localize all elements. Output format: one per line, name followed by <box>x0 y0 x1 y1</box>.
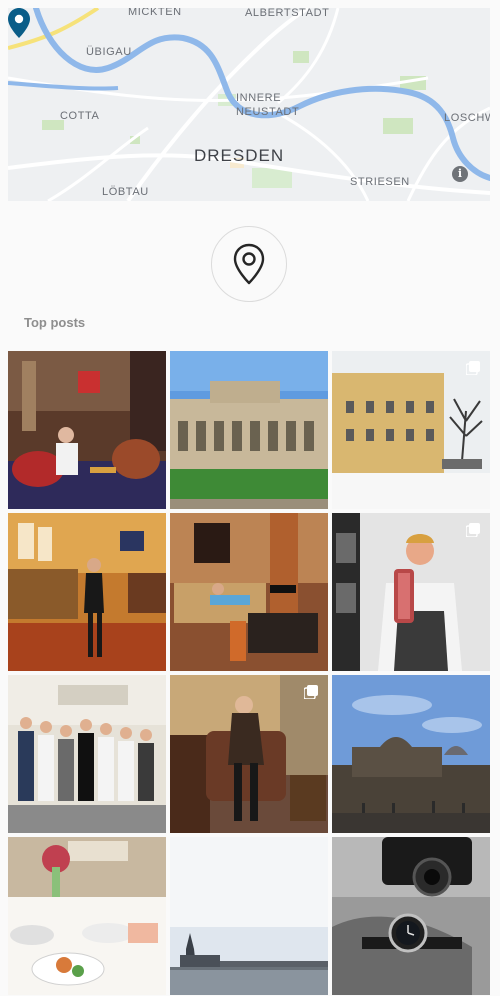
post-tile[interactable] <box>332 351 490 509</box>
post-image <box>170 513 328 671</box>
map-label-loschwitz: LOSCHW <box>444 112 490 124</box>
post-tile[interactable] <box>8 837 166 995</box>
post-tile[interactable] <box>170 351 328 509</box>
location-page: MICKTEN ALBERTSTADT ÜBIGAU INNERE NEUSTA… <box>8 8 492 995</box>
map-label-city: DRESDEN <box>194 146 285 165</box>
multi-post-icon <box>304 685 318 699</box>
map-label-neustadt: NEUSTADT <box>236 106 300 118</box>
map-label-uebigau: ÜBIGAU <box>86 46 132 58</box>
map-pin-icon[interactable] <box>8 8 30 38</box>
multi-post-icon <box>466 523 480 537</box>
location-pin-icon <box>233 243 265 285</box>
map-info-button[interactable]: i <box>452 166 468 182</box>
post-tile[interactable] <box>170 675 328 833</box>
map-label-cotta: COTTA <box>60 110 100 122</box>
map-label-innere: INNERE <box>236 92 282 104</box>
post-image <box>170 351 328 509</box>
post-image <box>8 513 166 671</box>
location-avatar <box>211 226 287 302</box>
map-label-loebtau: LÖBTAU <box>102 186 149 198</box>
post-image <box>332 675 490 833</box>
post-image <box>8 837 166 995</box>
post-tile[interactable] <box>8 675 166 833</box>
post-tile[interactable] <box>170 837 328 995</box>
post-tile[interactable] <box>332 837 490 995</box>
post-image <box>8 351 166 509</box>
map-canvas <box>8 8 490 201</box>
multi-post-icon <box>466 361 480 375</box>
post-image <box>332 837 490 995</box>
post-tile[interactable] <box>332 513 490 671</box>
map-label-mickten: MICKTEN <box>128 8 182 18</box>
location-header: Top posts <box>8 201 492 351</box>
top-posts-grid <box>8 351 490 995</box>
top-posts-heading: Top posts <box>24 315 86 330</box>
map-label-albertstadt: ALBERTSTADT <box>245 8 330 19</box>
map-label-striesen: STRIESEN <box>350 176 410 188</box>
post-tile[interactable] <box>170 513 328 671</box>
location-map[interactable]: MICKTEN ALBERTSTADT ÜBIGAU INNERE NEUSTA… <box>8 8 490 201</box>
post-image <box>170 837 328 995</box>
post-image <box>8 675 166 833</box>
post-tile[interactable] <box>8 513 166 671</box>
post-tile[interactable] <box>332 675 490 833</box>
post-tile[interactable] <box>8 351 166 509</box>
